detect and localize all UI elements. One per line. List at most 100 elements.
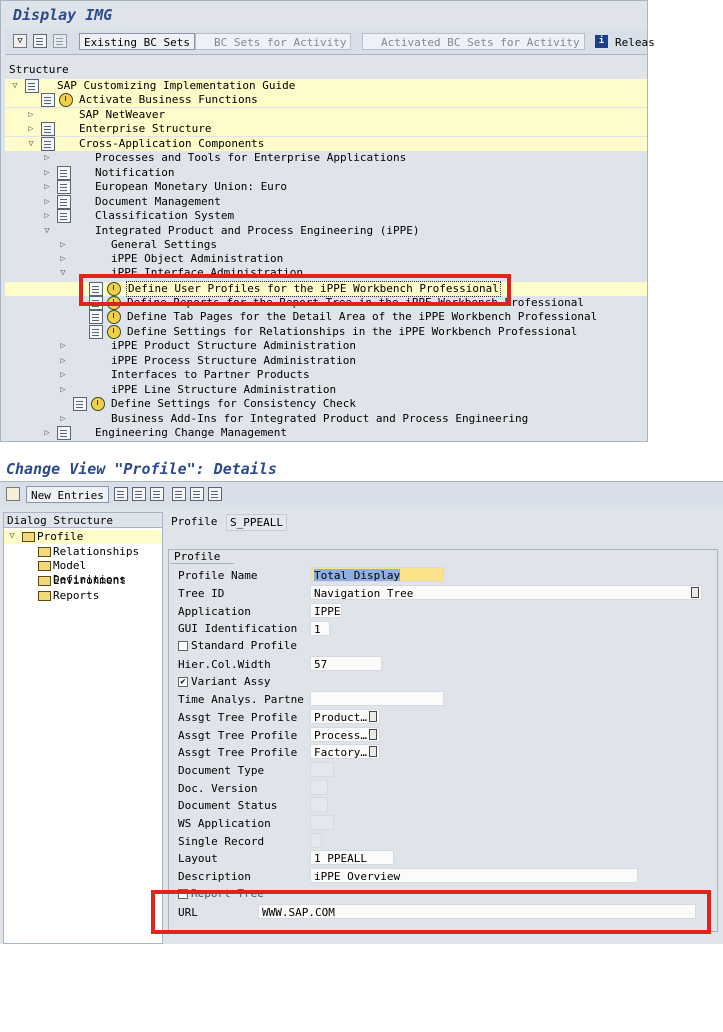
ws-application-field[interactable] [310,815,334,830]
time-analys-field[interactable] [310,691,444,706]
tree-node-emu-euro[interactable]: ▷ European Monetary Union: Euro [5,180,647,194]
expand-triangle-icon[interactable]: ▷ [42,180,52,194]
tree-node-sap-img[interactable]: ▽ SAP Customizing Implementation Guide [5,79,647,93]
tree-id-field[interactable]: Navigation Tree [310,585,702,600]
expand-triangle-icon[interactable]: ▷ [26,108,36,122]
tree-node-label[interactable]: European Monetary Union: Euro [95,180,287,194]
expand-triangle-icon[interactable]: ▷ [42,166,52,180]
layout-field[interactable]: 1_PPEALL [310,850,394,865]
expand-triangle-icon[interactable]: ▷ [26,122,36,136]
single-record-field[interactable] [310,833,322,848]
expand-triangle-icon[interactable]: ▷ [58,339,68,353]
documentation-icon[interactable] [89,325,103,339]
release-notes-label[interactable]: Releas [615,36,655,49]
dialog-item-relationships[interactable]: Relationships [4,545,162,559]
tree-node-cross-application[interactable]: ▽ Cross-Application Components [5,137,647,151]
deselect-all-icon[interactable] [208,487,222,501]
tree-node-label[interactable]: SAP NetWeaver [79,108,165,122]
select-block-icon[interactable] [190,487,204,501]
expand-triangle-icon[interactable]: ▷ [58,354,68,368]
tree-node-label[interactable]: iPPE Process Structure Administration [111,354,356,368]
tree-node-activate-business-functions[interactable]: Activate Business Functions [5,93,647,107]
document-status-field[interactable] [310,797,328,812]
tree-node-ippe-line-structure[interactable]: ▷ iPPE Line Structure Administration [5,383,647,397]
tree-node-consistency-check[interactable]: Define Settings for Consistency Check [5,397,647,411]
tree-node-label[interactable]: iPPE Line Structure Administration [111,383,336,397]
tree-node-label[interactable]: SAP Customizing Implementation Guide [57,79,295,93]
documentation-icon[interactable] [89,310,103,324]
tree-node-label[interactable]: Engineering Change Management [95,426,287,440]
execute-activity-icon[interactable] [107,325,121,339]
dialog-item-profile[interactable]: ▽ Profile [4,530,162,544]
tree-node-label[interactable]: Define Settings for Consistency Check [111,397,356,411]
documentation-icon[interactable] [57,426,71,440]
new-entries-button[interactable]: New Entries [26,486,109,503]
delete-icon[interactable] [132,487,146,501]
tree-node-label[interactable]: Integrated Product and Process Engineeri… [95,224,420,238]
tree-node-label[interactable]: Define Settings for Relationships in the… [127,325,577,339]
documentation-icon[interactable] [57,166,71,180]
tree-node-label[interactable]: Classification System [95,209,234,223]
existing-bc-sets-button[interactable]: Existing BC Sets [79,33,195,50]
expand-triangle-icon[interactable]: ▷ [42,426,52,440]
tree-node-business-add-ins[interactable]: ▷ Business Add-Ins for Integrated Product… [5,412,647,426]
documentation-icon[interactable] [25,79,39,93]
undo-change-icon[interactable] [150,487,164,501]
documentation-icon[interactable] [41,122,55,136]
dialog-item-model-definitions[interactable]: Model Definitions [4,559,162,586]
expand-triangle-icon[interactable]: ▷ [42,195,52,209]
tree-node-label[interactable]: Notification [95,166,174,180]
tree-node-ippe-product-structure[interactable]: ▷ iPPE Product Structure Administration [5,339,647,353]
tree-node-label[interactable]: iPPE Product Structure Administration [111,339,356,353]
execute-activity-icon[interactable] [107,310,121,324]
tree-node-notification[interactable]: ▷ Notification [5,166,647,180]
expand-triangle-icon[interactable]: ▷ [42,209,52,223]
document-type-field[interactable] [310,762,334,777]
tree-node-label[interactable]: Document Management [95,195,221,209]
info-icon[interactable]: i [595,35,608,48]
dialog-item-environment[interactable]: Environment [4,574,162,588]
tree-node-ippe[interactable]: ▽ Integrated Product and Process Engineer… [5,224,647,238]
description-field[interactable]: iPPE Overview [310,868,638,883]
expand-triangle-icon[interactable]: ▷ [58,412,68,426]
activated-bc-sets-button[interactable]: Activated BC Sets for Activity [362,33,585,50]
display-change-icon[interactable] [6,487,20,501]
gui-id-field[interactable]: 1 [310,621,330,636]
tree-node-ippe-process-structure[interactable]: ▷ iPPE Process Structure Administration [5,354,647,368]
tree-node-engineering-change[interactable]: ▷ Engineering Change Management [5,426,647,440]
tree-node-enterprise-structure[interactable]: ▷ Enterprise Structure [5,122,647,136]
tree-node-label[interactable]: Activate Business Functions [79,93,258,107]
tree-node-classification-system[interactable]: ▷ Classification System [5,209,647,223]
dialog-item-reports[interactable]: Reports [4,589,162,603]
copy-as-icon[interactable] [114,487,128,501]
doc-version-field[interactable] [310,780,328,795]
documentation-icon[interactable] [57,195,71,209]
collapse-icon[interactable] [53,34,67,48]
tree-node-label[interactable]: Interfaces to Partner Products [111,368,310,382]
expand-triangle-icon[interactable]: ▷ [58,238,68,252]
collapse-triangle-icon[interactable]: ▽ [58,266,68,280]
tree-node-label[interactable]: General Settings [111,238,217,252]
documentation-icon[interactable] [73,397,87,411]
documentation-icon[interactable] [57,209,71,223]
value-help-icon[interactable] [369,746,377,757]
tree-node-document-management[interactable]: ▷ Document Management [5,195,647,209]
expand-triangle-icon[interactable]: ▷ [58,368,68,382]
tree-node-label[interactable]: Define Tab Pages for the Detail Area of … [127,310,597,324]
hier-col-width-field[interactable]: 57 [310,656,382,671]
documentation-icon[interactable] [57,180,71,194]
tree-node-interfaces-partner[interactable]: ▷ Interfaces to Partner Products [5,368,647,382]
execute-activity-icon[interactable] [91,397,105,411]
value-help-icon[interactable] [691,587,699,598]
tree-node-define-relationships[interactable]: Define Settings for Relationships in the… [5,325,647,339]
tree-node-label[interactable]: Processes and Tools for Enterprise Appli… [95,151,406,165]
tree-node-label[interactable]: iPPE Object Administration [111,252,283,266]
tree-node-sap-netweaver[interactable]: ▷ SAP NetWeaver [5,108,647,122]
expand-triangle-icon[interactable]: ▷ [42,151,52,165]
variant-assy-checkbox[interactable]: ✔ [178,677,188,687]
collapse-triangle-icon[interactable]: ▽ [7,531,17,541]
tree-node-processes-tools[interactable]: ▷ Processes and Tools for Enterprise Appl… [5,151,647,165]
select-all-icon[interactable] [172,487,186,501]
application-field[interactable]: IPPE [310,603,342,618]
select-subtree-icon[interactable] [33,34,47,48]
